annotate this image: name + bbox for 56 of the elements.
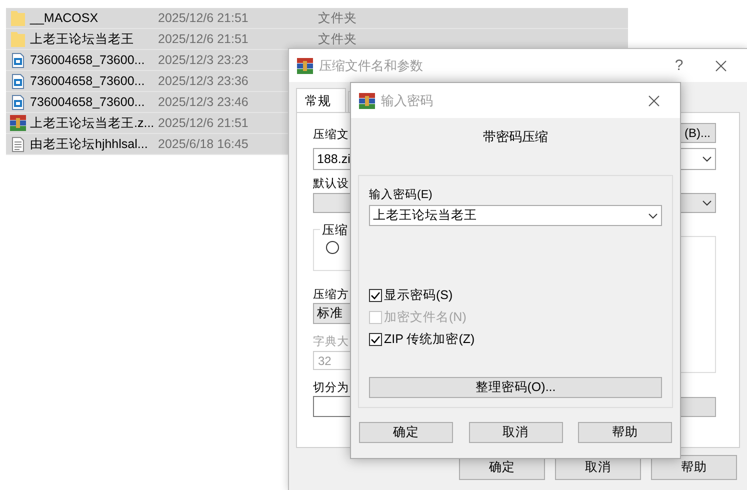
password-field[interactable]: 上老王论坛当老王 [369,205,662,226]
text-file-icon [12,136,24,152]
file-name: 736004658_73600... [30,95,146,109]
close-icon [648,94,660,106]
field-label: 压缩方 [313,287,349,302]
document-icon [12,52,24,68]
chevron-down-icon [702,200,712,206]
chevron-down-icon [648,212,658,218]
dialog-heading: 带密码压缩 [482,128,549,146]
checkbox[interactable] [369,288,382,302]
file-name: 736004658_73600... [30,53,146,67]
file-name: __MACOSX [30,11,100,25]
field-label: 压缩文 [313,128,349,142]
tab[interactable]: 常规 [296,88,346,113]
checkbox-label: 显示密码(S) [384,286,453,304]
field-label: 默认设 [313,176,349,191]
folder-icon [11,31,25,47]
file-name: 由老王论坛hjhhlsal... [30,136,149,152]
organize-passwords-button[interactable]: 整理密码(O)... [369,377,662,398]
checkbox-label: ZIP 传统加密(Z) [384,330,475,348]
document-icon [12,74,24,88]
file-row[interactable]: __MACOSX 2025/12/6 21:51 文件夹 [6,8,628,29]
close-icon [715,60,727,72]
field-label: 字典大 [313,334,349,349]
help-button[interactable]: ? [661,52,697,78]
archive-icon [297,58,313,74]
archive-icon [10,115,26,131]
file-date: 2025/12/6 21:51 [158,11,248,25]
document-icon [12,94,24,110]
window-title: 压缩文件名和参数 [319,56,424,74]
file-date: 2025/12/6 21:51 [158,116,248,130]
checkbox-label: 加密文件名(N) [384,308,466,326]
file-type: 文件夹 [318,10,357,26]
file-name: 上老王论坛当老王 [30,30,135,48]
file-row[interactable]: 上老王论坛当老王 2025/12/6 21:51 文件夹 [6,29,628,50]
field-label: 切分为 [313,380,349,395]
file-date: 2025/12/3 23:36 [158,74,248,88]
file-date: 2025/6/18 16:45 [158,137,248,151]
file-date: 2025/12/6 21:51 [158,32,248,46]
checkbox[interactable] [369,332,382,346]
folder-icon [11,10,25,26]
file-name: 上老王论坛当老王.z... [30,114,156,132]
browse-button[interactable]: (B)... [679,123,716,143]
chevron-down-icon [702,156,712,162]
dialog-button[interactable]: 取消 [468,422,562,443]
file-name: 736004658_73600... [30,74,146,88]
archive-icon [359,92,375,108]
window-title: 输入密码 [381,92,434,110]
dialog-button[interactable]: 帮助 [651,455,737,480]
radio-button[interactable] [326,241,339,254]
file-date: 2025/12/3 23:46 [158,95,248,109]
file-date: 2025/12/3 23:23 [158,53,248,67]
file-type: 文件夹 [318,30,357,48]
dialog-button[interactable]: 帮助 [578,422,672,443]
field-label: 输入密码(E) [369,187,432,202]
dialog-button[interactable]: 确定 [359,422,453,443]
